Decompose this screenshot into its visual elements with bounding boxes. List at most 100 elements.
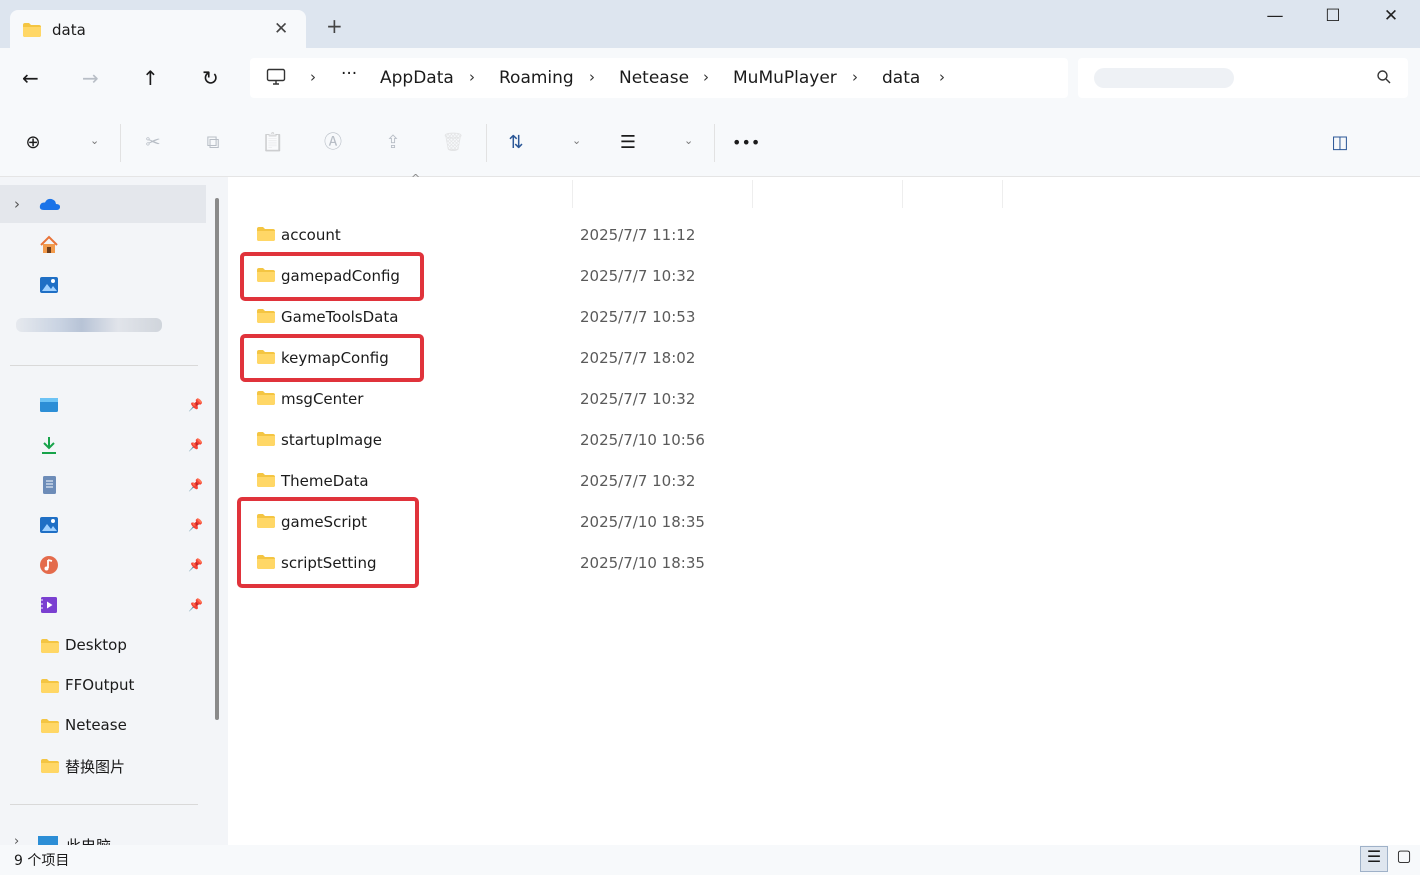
breadcrumb-appdata[interactable]: AppData (380, 68, 454, 88)
up-button[interactable]: ↑ (142, 66, 159, 90)
this-pc-icon (38, 836, 58, 845)
breadcrumb-separator[interactable]: › (589, 68, 595, 86)
toolbar-divider (120, 124, 121, 162)
cut-icon[interactable]: ✂ (140, 130, 166, 156)
breadcrumb-mumuplayer[interactable]: MuMuPlayer (733, 68, 837, 88)
sort-dropdown-caret[interactable]: ⌄ (572, 134, 581, 147)
folder-icon (40, 758, 60, 778)
chevron-right-icon[interactable]: › (14, 195, 20, 213)
breadcrumb-separator[interactable]: › (703, 68, 709, 86)
pin-icon[interactable]: 📌 (188, 558, 203, 572)
this-pc-icon[interactable] (266, 68, 286, 90)
desktop-icon[interactable] (38, 394, 60, 416)
toolbar-divider (714, 124, 715, 162)
breadcrumb-overflow[interactable]: ··· (341, 64, 357, 84)
onedrive-icon (38, 195, 62, 217)
file-row[interactable]: account 2025/7/7 11:12 (256, 224, 776, 248)
tiles-view-button[interactable]: ▢ (1394, 846, 1414, 872)
sidebar-item-label: 替换图片 (65, 758, 126, 776)
new-tab-button[interactable]: + (326, 16, 343, 36)
column-header-row[interactable] (228, 177, 1420, 209)
sidebar-item-this-pc[interactable]: › 此电脑 (14, 832, 204, 845)
file-name: ThemeData (281, 472, 369, 490)
folder-icon (40, 678, 60, 698)
sidebar-scrollbar[interactable] (215, 198, 219, 720)
breadcrumb-data[interactable]: data (882, 68, 920, 88)
pin-icon[interactable]: 📌 (188, 598, 203, 612)
downloads-icon[interactable] (38, 434, 60, 456)
toolbar-divider (486, 124, 487, 162)
file-date-modified: 2025/7/7 18:02 (580, 349, 696, 367)
sidebar-item-label: 此电脑 (66, 835, 111, 845)
column-separator[interactable] (752, 180, 753, 208)
minimize-button[interactable]: — (1255, 6, 1295, 30)
file-row[interactable]: msgCenter 2025/7/7 10:32 (256, 388, 776, 412)
new-icon[interactable]: ⊕ (20, 130, 46, 156)
forward-button[interactable]: → (82, 66, 99, 90)
pin-icon[interactable]: 📌 (188, 478, 203, 492)
new-dropdown-caret[interactable]: ⌄ (90, 134, 99, 147)
more-icon[interactable]: ••• (732, 130, 760, 156)
file-date-modified: 2025/7/7 10:32 (580, 267, 696, 285)
pictures-icon[interactable] (38, 514, 60, 536)
delete-icon[interactable]: 🗑 (440, 130, 466, 156)
sidebar-item-replace-images[interactable]: 替换图片 (38, 755, 208, 777)
documents-icon[interactable] (38, 474, 60, 496)
paste-icon[interactable]: 📋 (260, 130, 286, 156)
sidebar-divider (10, 365, 198, 366)
file-date-modified: 2025/7/10 10:56 (580, 431, 705, 449)
tab-label: data (52, 21, 86, 39)
pin-icon[interactable]: 📌 (188, 398, 203, 412)
breadcrumb-separator[interactable]: › (852, 68, 858, 86)
tab-close-icon[interactable]: ✕ (274, 19, 288, 39)
file-row[interactable]: startupImage 2025/7/10 10:56 (256, 429, 776, 453)
file-date-modified: 2025/7/10 18:35 (580, 554, 705, 572)
back-button[interactable]: ← (22, 66, 39, 90)
file-date-modified: 2025/7/10 18:35 (580, 513, 705, 531)
column-separator[interactable] (1002, 180, 1003, 208)
file-date-modified: 2025/7/7 10:53 (580, 308, 696, 326)
breadcrumb-separator[interactable]: › (939, 68, 945, 86)
refresh-button[interactable]: ↻ (202, 66, 219, 90)
sidebar-item-netease[interactable]: Netease (38, 715, 208, 737)
sort-icon[interactable]: ⇅ (503, 130, 529, 156)
view-dropdown-caret[interactable]: ⌄ (684, 134, 693, 147)
close-button[interactable]: ✕ (1371, 6, 1411, 30)
sort-ascending-icon[interactable]: ^ (411, 172, 420, 185)
tab-data[interactable]: data ✕ (10, 10, 306, 50)
pin-icon[interactable]: 📌 (188, 518, 203, 532)
breadcrumb-separator[interactable]: › (469, 68, 475, 86)
home-icon[interactable] (38, 234, 60, 256)
details-pane-icon[interactable]: ◫ (1327, 130, 1353, 156)
sidebar-item-label: Desktop (65, 636, 127, 654)
maximize-button[interactable]: ☐ (1313, 6, 1353, 30)
column-separator[interactable] (572, 180, 573, 208)
videos-icon[interactable] (38, 594, 60, 616)
file-row[interactable]: GameToolsData 2025/7/7 10:53 (256, 306, 776, 330)
music-icon[interactable] (38, 554, 60, 576)
gallery-icon[interactable] (38, 274, 60, 296)
breadcrumb-separator[interactable]: › (310, 68, 316, 86)
breadcrumb-netease[interactable]: Netease (619, 68, 689, 88)
search-icon[interactable] (1376, 69, 1392, 89)
copy-icon[interactable]: ⧉ (200, 130, 226, 156)
share-icon[interactable]: ⇪ (380, 130, 406, 156)
sidebar-divider (10, 804, 198, 805)
pin-icon[interactable]: 📌 (188, 438, 203, 452)
column-separator[interactable] (902, 180, 903, 208)
folder-icon (256, 390, 276, 410)
file-date-modified: 2025/7/7 10:32 (580, 390, 696, 408)
sidebar-item-desktop[interactable]: Desktop (38, 635, 208, 657)
navigation-pane (0, 177, 228, 845)
blurred-account-entry[interactable] (16, 318, 162, 332)
view-icon[interactable]: ☰ (615, 130, 641, 156)
sidebar-item-ffoutput[interactable]: FFOutput (38, 675, 208, 697)
chevron-right-icon: › (14, 834, 20, 845)
rename-icon[interactable]: Ⓐ (320, 130, 346, 156)
details-view-button[interactable]: ☰ (1360, 846, 1388, 872)
breadcrumb-roaming[interactable]: Roaming (499, 68, 574, 88)
file-row[interactable]: ThemeData 2025/7/7 10:32 (256, 470, 776, 494)
file-name: msgCenter (281, 390, 364, 408)
sidebar-item-onedrive[interactable] (0, 185, 206, 223)
file-date-modified: 2025/7/7 10:32 (580, 472, 696, 490)
